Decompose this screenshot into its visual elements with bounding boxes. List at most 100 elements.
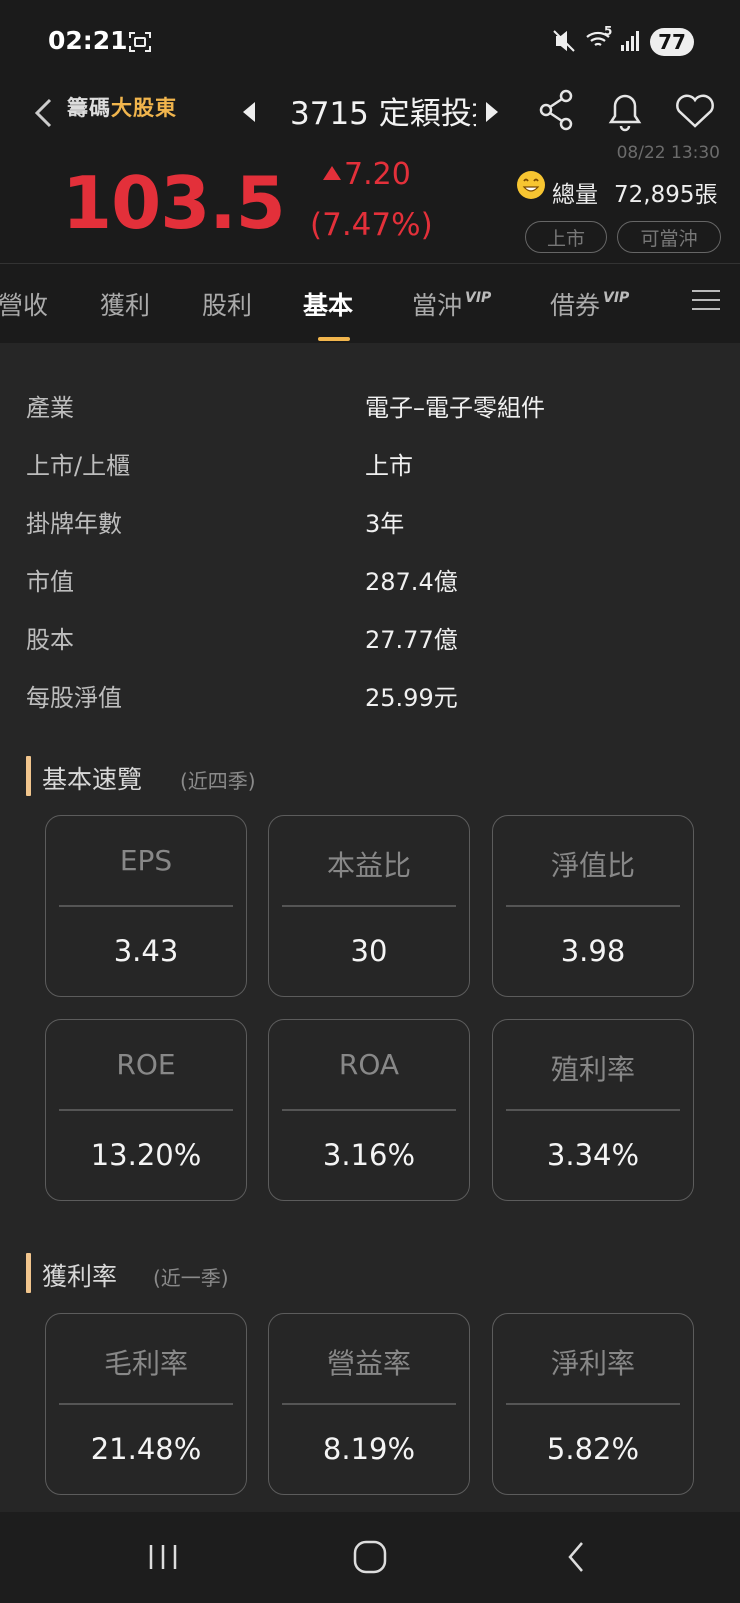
status-time: 02:21: [48, 26, 128, 55]
info-value: 287.4億: [365, 568, 458, 596]
battery-indicator: 77: [650, 28, 694, 56]
vip-badge: VIP: [603, 290, 630, 306]
vip-badge: VIP: [465, 290, 492, 306]
system-nav-bar: [0, 1512, 740, 1603]
network-type-label: 5: [604, 24, 613, 38]
metric-value: 3.43: [113, 934, 179, 968]
tab-daytrade[interactable]: 當沖 VIP: [412, 286, 491, 322]
metric-value: 5.82%: [546, 1432, 640, 1466]
daytrade-chip: 可當沖: [617, 221, 721, 253]
tab-daytrade-label: 當沖: [412, 291, 463, 320]
info-label: 股本: [26, 626, 74, 654]
tab-revenue[interactable]: 營收: [0, 286, 48, 322]
info-value: 電子–電子零組件: [365, 394, 545, 422]
card-divider: [59, 1109, 233, 1111]
tab-securities-lending[interactable]: 借券 VIP: [550, 286, 629, 322]
info-row-years-listed: 掛牌年數 3年: [26, 504, 726, 544]
metric-label: 淨利率: [550, 1347, 635, 1380]
tab-profit[interactable]: 獲利: [100, 286, 150, 322]
tab-bar: 營收 獲利 股利 基本 當沖 VIP 借券 VIP: [0, 263, 740, 341]
card-divider: [282, 905, 456, 907]
brand-text-b: 大股東: [111, 96, 177, 120]
info-value: 25.99元: [365, 684, 458, 712]
card-divider: [59, 1403, 233, 1405]
metric-value: 13.20%: [90, 1138, 202, 1172]
prev-stock-icon[interactable]: [237, 90, 261, 134]
metric-card-roa: ROA 3.16%: [268, 1019, 470, 1201]
info-row-industry: 產業 電子–電子零組件: [26, 388, 726, 428]
metric-card-yield: 殖利率 3.34%: [492, 1019, 694, 1201]
info-row-bvps: 每股淨值 25.99元: [26, 678, 726, 718]
tab-dividend[interactable]: 股利: [202, 286, 252, 322]
metric-card-eps: EPS 3.43: [45, 815, 247, 997]
section-accent-bar: [26, 756, 31, 796]
info-row-market-cap: 市值 287.4億: [26, 562, 726, 602]
card-divider: [282, 1403, 456, 1405]
info-label: 掛牌年數: [26, 510, 122, 538]
info-label: 每股淨值: [26, 684, 122, 712]
metric-label: 營益率: [326, 1347, 411, 1380]
card-divider: [506, 1109, 680, 1111]
bell-icon[interactable]: [600, 84, 650, 136]
smile-emoji-icon: [517, 171, 545, 199]
metric-value: 3.16%: [322, 1138, 416, 1172]
price-change: 7.20: [322, 157, 411, 192]
metric-card-pe: 本益比 30: [268, 815, 470, 997]
brand-text-a: 籌碼: [67, 96, 111, 120]
listed-chip: 上市: [525, 221, 607, 253]
heart-icon[interactable]: [670, 84, 720, 136]
stock-title[interactable]: 3715 定穎投控: [290, 88, 476, 133]
card-divider: [59, 905, 233, 907]
card-divider: [506, 1403, 680, 1405]
mute-icon: [552, 28, 576, 58]
tab-securities-lending-label: 借券: [550, 291, 601, 320]
quote-panel: 103.5 7.20 (7.47%) 08/22 13:30 總量 72,895…: [0, 143, 740, 260]
metric-card-operating-margin: 營益率 8.19%: [268, 1313, 470, 1495]
info-value: 3年: [365, 510, 405, 538]
app-header: 籌碼大股東 3715 定穎投控: [0, 80, 740, 150]
metric-card-net-margin: 淨利率 5.82%: [492, 1313, 694, 1495]
section-title: 基本速覽: [42, 765, 143, 794]
metric-label: 淨值比: [550, 849, 635, 882]
metric-card-gross-margin: 毛利率 21.48%: [45, 1313, 247, 1495]
metric-label: EPS: [119, 844, 173, 877]
metric-card-pb: 淨值比 3.98: [492, 815, 694, 997]
metric-label: 毛利率: [103, 1347, 188, 1380]
up-triangle-icon: [323, 166, 341, 180]
screenshot-icon: [128, 30, 152, 58]
info-label: 市值: [26, 568, 74, 596]
share-icon[interactable]: [532, 84, 582, 136]
section-accent-bar: [26, 1253, 31, 1293]
metric-value: 3.34%: [546, 1138, 640, 1172]
signal-icon: [620, 28, 642, 56]
price-change-pct: (7.47%): [310, 207, 433, 243]
home-icon[interactable]: [350, 1537, 390, 1577]
metric-card-roe: ROE 13.20%: [45, 1019, 247, 1201]
section-title: 獲利率: [42, 1262, 118, 1291]
tab-basic[interactable]: 基本: [303, 286, 353, 322]
system-back-icon[interactable]: [562, 1537, 592, 1577]
volume-label: 總量: [552, 182, 598, 208]
metric-label: 殖利率: [550, 1053, 635, 1086]
info-label: 上市/上櫃: [26, 452, 131, 480]
metric-label: 本益比: [326, 849, 411, 882]
last-price: 103.5: [62, 161, 286, 245]
card-divider: [506, 905, 680, 907]
volume-value: 72,895張: [614, 182, 718, 208]
menu-icon[interactable]: [692, 290, 720, 312]
active-tab-indicator: [318, 337, 350, 341]
metric-value: 21.48%: [90, 1432, 202, 1466]
status-bar: 02:21 5 77: [0, 0, 740, 80]
metric-label: ROE: [116, 1048, 176, 1081]
metric-value: 8.19%: [322, 1432, 416, 1466]
info-label: 產業: [26, 394, 74, 422]
back-arrow-icon[interactable]: [26, 90, 66, 136]
info-value: 27.77億: [365, 626, 458, 654]
brand-logo: 籌碼大股東: [67, 92, 177, 122]
info-value: 上市: [365, 452, 413, 480]
quote-datetime: 08/22 13:30: [616, 143, 720, 163]
metric-label: ROA: [338, 1048, 400, 1081]
info-row-capital: 股本 27.77億: [26, 620, 726, 660]
recent-apps-icon[interactable]: [146, 1537, 180, 1577]
next-stock-icon[interactable]: [480, 90, 504, 134]
